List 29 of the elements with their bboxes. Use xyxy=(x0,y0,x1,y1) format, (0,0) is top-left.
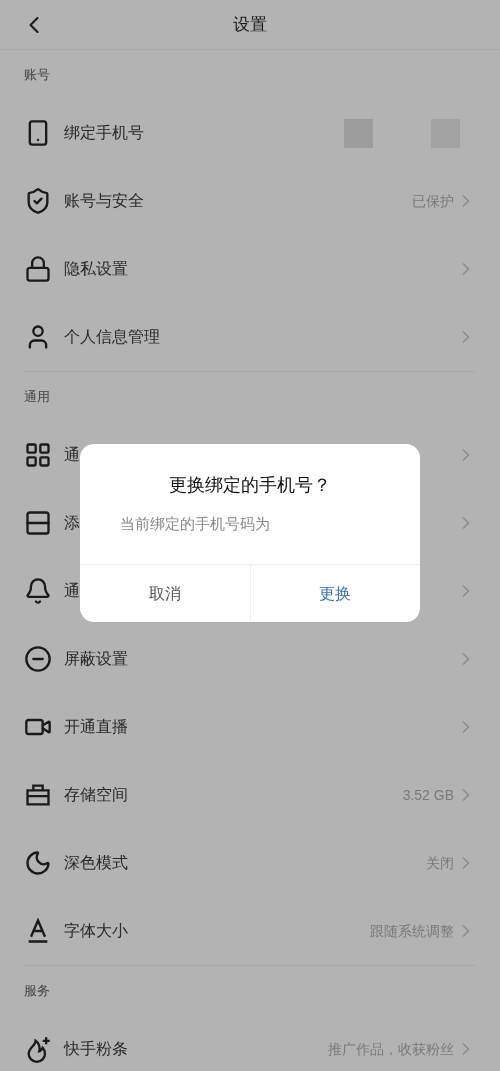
two-rows-icon xyxy=(24,509,52,537)
dialog-message: 当前绑定的手机号码为 xyxy=(120,514,270,534)
row-label[interactable]: 添 xyxy=(64,511,80,535)
row-label[interactable]: 通 xyxy=(64,579,80,603)
row-label[interactable]: 通 xyxy=(64,443,80,467)
moon-icon xyxy=(24,849,52,877)
row-value: 关闭 xyxy=(426,853,454,873)
grid-icon xyxy=(24,441,52,469)
row-label[interactable]: 字体大小 xyxy=(64,919,128,943)
row-label[interactable]: 开通直播 xyxy=(64,715,128,739)
row-label[interactable]: 存储空间 xyxy=(64,783,128,807)
section-title: 账号 xyxy=(24,65,50,84)
row-label[interactable]: 快手粉条 xyxy=(64,1037,128,1061)
dialog-title: 更换绑定的手机号？ xyxy=(169,474,331,497)
minus-circle-icon xyxy=(24,645,52,673)
row-value: 3.52 GB xyxy=(402,785,454,805)
row-label[interactable]: 个人信息管理 xyxy=(64,325,160,349)
section-title: 服务 xyxy=(24,981,50,1000)
row-label[interactable]: 账号与安全 xyxy=(64,189,144,213)
section-title: 通用 xyxy=(24,387,50,406)
row-label[interactable]: 绑定手机号 xyxy=(64,121,144,145)
row-label[interactable]: 屏蔽设置 xyxy=(64,647,128,671)
confirm-button[interactable]: 更换 xyxy=(249,565,420,622)
page-title: 设置 xyxy=(233,13,267,36)
lock-icon xyxy=(24,255,52,283)
bell-icon xyxy=(24,577,52,605)
cancel-button[interactable]: 取消 xyxy=(80,565,250,622)
row-label[interactable]: 深色模式 xyxy=(64,851,128,875)
row-label[interactable]: 隐私设置 xyxy=(64,257,128,281)
